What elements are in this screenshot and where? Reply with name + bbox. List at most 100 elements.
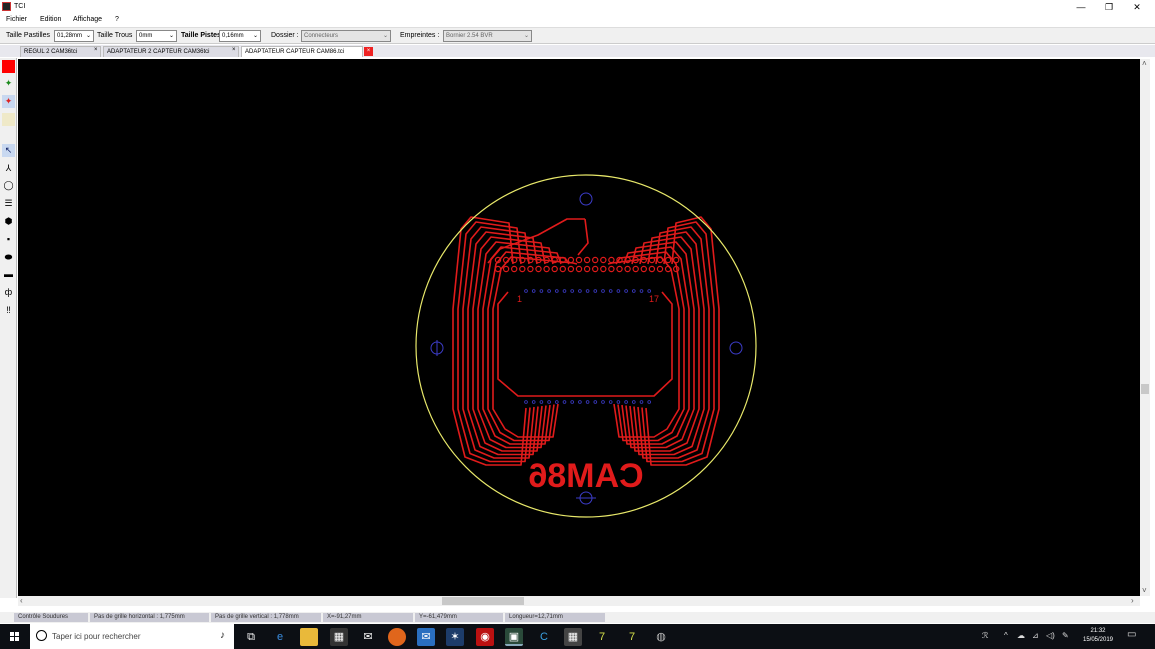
pcb-canvas[interactable]: 1 17 CAM86: [18, 59, 1140, 596]
silkscreen-label: CAM86: [528, 457, 643, 495]
7zip-icon-2[interactable]: 7: [623, 628, 641, 646]
search-placeholder: Taper ici pour rechercher: [52, 632, 141, 641]
pad: [535, 265, 542, 273]
smd-pad: [570, 289, 574, 293]
7zip-icon[interactable]: 7: [593, 628, 611, 646]
firefox-icon[interactable]: [388, 628, 406, 646]
pad: [616, 265, 623, 273]
color-red-tool[interactable]: ■: [2, 60, 15, 73]
calculator-icon[interactable]: ▦: [564, 628, 582, 646]
pad-oval-icon[interactable]: ⬬: [2, 251, 15, 264]
show-hidden-icon[interactable]: ^: [1004, 631, 1008, 640]
smd-pad: [631, 400, 636, 404]
pad: [656, 265, 664, 273]
dossier-select[interactable]: Connecteurs ⌄: [301, 30, 391, 42]
pad: [543, 265, 550, 273]
pistes-select[interactable]: 0,16mm ⌄: [219, 30, 261, 42]
menu-fichier[interactable]: Fichier: [6, 16, 27, 23]
menu-edition[interactable]: Edition: [40, 16, 61, 23]
smd-pad: [554, 400, 559, 404]
tci-app-icon[interactable]: ▣: [505, 628, 523, 646]
smd-pad: [639, 289, 644, 293]
pad-square-icon[interactable]: ▪: [2, 233, 15, 246]
horizontal-scroll-thumb[interactable]: [442, 597, 524, 605]
ccleaner-icon[interactable]: C: [535, 628, 553, 646]
scroll-up-icon[interactable]: ˄: [1142, 59, 1147, 68]
track-top-stub: [577, 218, 589, 256]
track-left-3: [482, 246, 562, 445]
scroll-down-icon[interactable]: ˅: [1142, 586, 1147, 595]
pen-icon[interactable]: ✎: [1062, 631, 1069, 640]
chevron-down-icon: ⌄: [252, 33, 258, 39]
trous-select[interactable]: 0mm ⌄: [136, 30, 177, 42]
windows-logo-icon: [10, 632, 14, 636]
smd-pad: [562, 289, 567, 293]
clock[interactable]: 21:32 15/05/2019: [1075, 627, 1121, 645]
cloud-icon[interactable]: ☁: [1017, 631, 1025, 640]
task-view-icon[interactable]: ⧉: [242, 628, 260, 646]
network-icon[interactable]: ⊿: [1032, 631, 1039, 640]
smd-pad: [647, 289, 651, 293]
file-explorer-icon[interactable]: [300, 628, 318, 646]
pad: [583, 265, 591, 273]
scroll-left-icon[interactable]: ‹: [20, 596, 23, 605]
smd-pad: [578, 289, 582, 293]
people-icon[interactable]: ℛ: [982, 631, 988, 640]
outlook-icon[interactable]: ✉: [417, 628, 435, 646]
pad: [567, 265, 575, 273]
close-icon[interactable]: ×: [232, 47, 236, 53]
chevron-down-icon: ⌄: [85, 33, 91, 39]
tab-close-button[interactable]: ×: [364, 47, 373, 56]
menu-affichage[interactable]: Affichage: [73, 16, 102, 23]
smd-pad: [593, 400, 598, 404]
windows-logo-part: [10, 637, 14, 641]
vertical-scroll-thumb[interactable]: [1141, 384, 1149, 394]
tab-adaptateur-cam86[interactable]: ADAPTATEUR CAPTEUR CAM86.tci: [241, 46, 363, 57]
app-icon: [2, 2, 11, 11]
restore-button[interactable]: ❐: [1099, 1, 1119, 13]
scroll-right-icon[interactable]: ›: [1131, 596, 1134, 605]
pastilles-select[interactable]: 01,28mm ⌄: [54, 30, 94, 42]
close-icon[interactable]: ×: [94, 47, 98, 53]
menu-help[interactable]: ?: [115, 16, 119, 23]
lines-tool-icon[interactable]: ☰: [2, 197, 15, 210]
misc-app-icon[interactable]: ◍: [652, 628, 670, 646]
tab-regul[interactable]: REGUL 2 CAM36tci: [20, 46, 101, 57]
vertical-scrollbar[interactable]: ˄ ˅: [1140, 59, 1150, 596]
store-icon[interactable]: ▦: [330, 628, 348, 646]
select-arrow-icon[interactable]: ↖: [2, 144, 15, 157]
pad-hex-icon[interactable]: ⬢: [2, 215, 15, 228]
minimize-button[interactable]: —: [1071, 1, 1091, 13]
circle-tool-icon[interactable]: ◯: [2, 179, 15, 192]
volume-icon[interactable]: ◁): [1046, 631, 1055, 640]
pin-green-icon[interactable]: ✦: [2, 77, 15, 90]
start-button[interactable]: [0, 624, 28, 649]
status-length: Longueur=12,71mm: [505, 613, 605, 622]
tab-adaptateur-2[interactable]: ADAPTATEUR 2 CAPTEUR CAM36tci: [103, 46, 239, 57]
taskbar-search[interactable]: Taper ici pour rechercher ♪: [30, 624, 234, 649]
layer-tool[interactable]: ▭: [2, 113, 15, 126]
edge-icon[interactable]: e: [271, 628, 289, 646]
pin-red-icon[interactable]: ✦: [2, 95, 15, 108]
microphone-icon[interactable]: ♪: [220, 630, 225, 641]
hole-tool-icon[interactable]: ф: [2, 286, 15, 299]
empreintes-select[interactable]: Bornier 2.54 BVR ⌄: [443, 30, 532, 42]
check-tool-icon[interactable]: ‼: [2, 304, 15, 317]
pastilles-value: 01,28mm: [57, 33, 83, 39]
mail-icon[interactable]: ✉: [359, 628, 377, 646]
copper-tracks: [452, 216, 720, 466]
pistes-label: Taille Pistes: [181, 32, 221, 39]
pin-last-label: 17: [649, 294, 659, 304]
chevron-down-icon: ⌄: [382, 33, 388, 39]
close-button[interactable]: ✕: [1127, 1, 1147, 13]
track-tool-icon[interactable]: ⅄: [2, 162, 15, 175]
notifications-icon[interactable]: ▭: [1127, 629, 1136, 640]
app-icon-b[interactable]: ◉: [476, 628, 494, 646]
app-icon-a[interactable]: ✶: [446, 628, 464, 646]
track-inner: [497, 291, 673, 397]
pad: [592, 256, 599, 264]
horizontal-scrollbar[interactable]: ‹ ›: [18, 596, 1140, 606]
pad-rect-icon[interactable]: ▬: [2, 268, 15, 281]
track-left-1: [492, 256, 578, 438]
pad: [600, 256, 607, 264]
